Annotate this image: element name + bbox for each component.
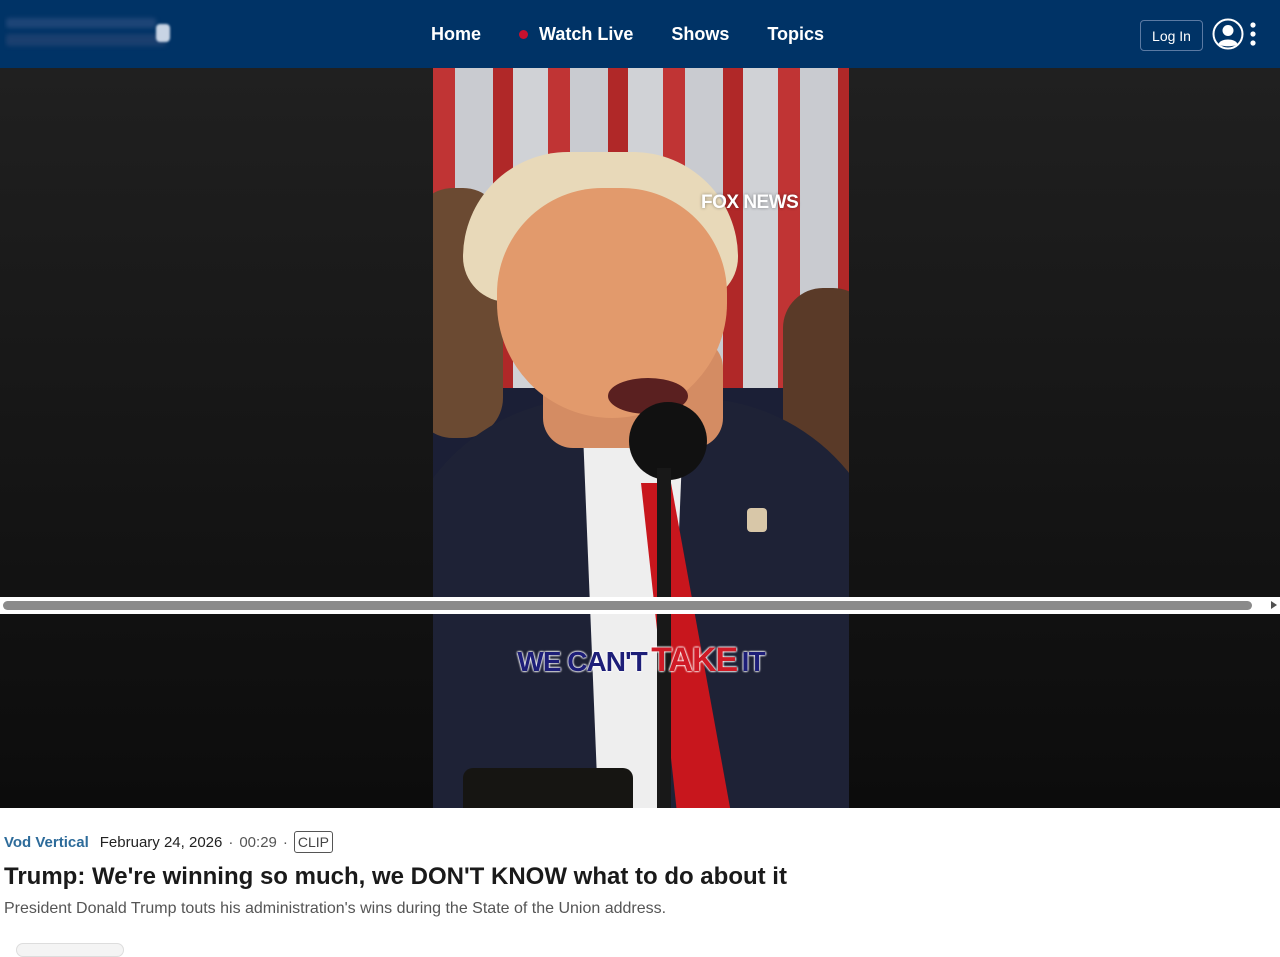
logo-blur-mark xyxy=(156,24,170,42)
logo-blur-line xyxy=(6,34,166,46)
publish-date: February 24, 2026 xyxy=(99,833,223,851)
login-button[interactable]: Log In xyxy=(1140,20,1203,51)
nav-watch-live-label: Watch Live xyxy=(539,23,634,44)
site-logo[interactable] xyxy=(4,14,172,52)
horizontal-scrollbar[interactable] xyxy=(0,597,1280,614)
scroll-right-arrow-icon[interactable] xyxy=(1271,601,1277,609)
vertical-dots-icon[interactable] xyxy=(1249,21,1257,47)
user-circle-icon[interactable] xyxy=(1212,18,1244,50)
nav-shows[interactable]: Shows xyxy=(671,24,729,45)
partial-button[interactable] xyxy=(16,943,124,957)
nav-home[interactable]: Home xyxy=(431,24,481,45)
nav-watch-live[interactable]: Watch Live xyxy=(519,24,633,45)
nav-topics[interactable]: Topics xyxy=(767,24,824,45)
podium-object xyxy=(463,768,633,808)
caption-part-emphasis: TAKE xyxy=(651,641,738,679)
video-duration: 00:29 xyxy=(239,833,277,851)
main-nav: Home Watch Live Shows Topics xyxy=(431,0,824,68)
scrollbar-thumb[interactable] xyxy=(3,601,1252,610)
speaker-face xyxy=(497,188,727,418)
logo-blur-line xyxy=(6,18,156,28)
microphone-stand xyxy=(657,468,671,808)
meta-separator: · xyxy=(282,833,288,851)
video-player[interactable]: FOX NEWS WE CAN'T TAKE IT xyxy=(433,68,849,808)
video-description: President Donald Trump touts his adminis… xyxy=(4,900,667,917)
live-dot-icon xyxy=(519,29,529,39)
caption-part: IT xyxy=(741,646,766,677)
clip-badge: CLIP xyxy=(293,831,334,853)
flag-pin xyxy=(747,508,767,532)
category-link[interactable]: Vod Vertical xyxy=(4,834,89,851)
video-meta: Vod Vertical February 24, 2026 · 00:29 ·… xyxy=(4,830,334,854)
caption-part: WE CAN'T xyxy=(517,646,647,677)
video-caption: WE CAN'T TAKE IT xyxy=(433,641,849,680)
video-title: Trump: We're winning so much, we DON'T K… xyxy=(4,863,787,890)
video-player-area: FOX NEWS WE CAN'T TAKE IT xyxy=(0,68,1280,808)
site-header: Home Watch Live Shows Topics Log In xyxy=(0,0,1280,68)
video-watermark: FOX NEWS xyxy=(701,192,799,213)
meta-separator: · xyxy=(228,833,234,851)
